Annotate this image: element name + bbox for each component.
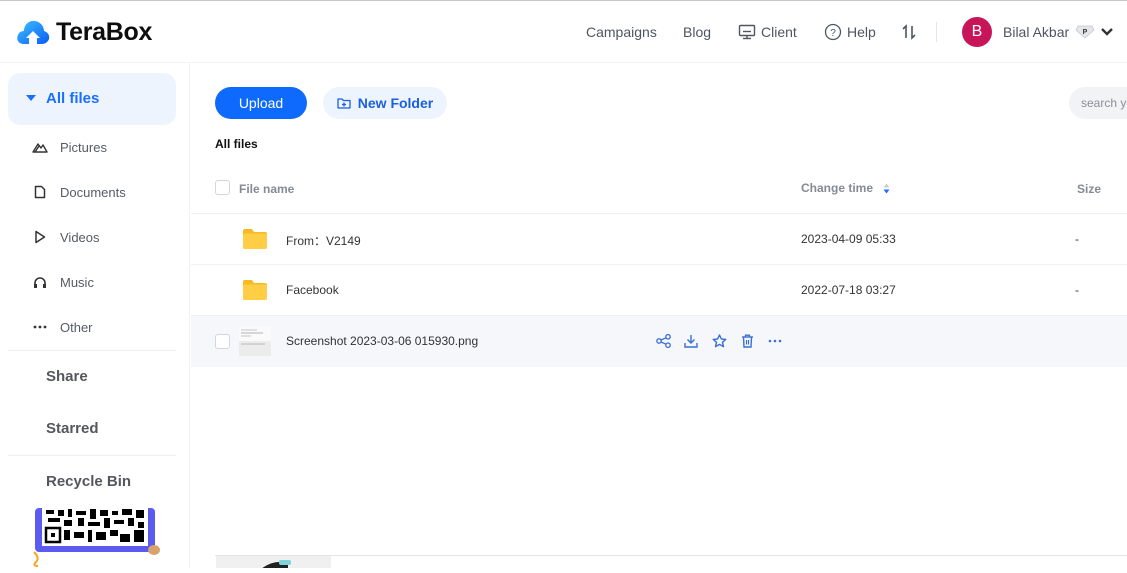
mountain-icon [30, 141, 50, 153]
sort-icon [883, 183, 890, 194]
new-folder-label: New Folder [357, 95, 434, 111]
terabox-cloud-icon [17, 20, 50, 44]
document-icon [30, 185, 50, 199]
file-size: - [1075, 232, 1079, 246]
bottom-preview-panel [215, 555, 1127, 568]
image-thumbnail [239, 327, 271, 356]
upload-button[interactable]: Upload [215, 87, 307, 119]
nav-help-label: Help [847, 24, 876, 40]
user-name[interactable]: Bilal Akbar [1003, 24, 1069, 40]
sidebar-item-recycle-bin[interactable]: Recycle Bin [46, 473, 131, 490]
new-folder-button[interactable]: New Folder [323, 87, 447, 119]
table-row[interactable]: Screenshot 2023-03-06 015930.png [191, 316, 1127, 367]
header-divider [936, 22, 937, 42]
nav-campaigns[interactable]: Campaigns [586, 24, 657, 40]
more-dots-icon [30, 325, 50, 329]
star-icon[interactable] [711, 333, 727, 349]
sidebar-item-all-files[interactable]: All files [8, 73, 176, 125]
table-row[interactable]: Facebook 2022-07-18 03:27 - [191, 265, 1127, 316]
table-row[interactable]: From：V2149 2023-04-09 05:33 - [191, 214, 1127, 265]
app-download-qr-banner[interactable] [28, 508, 163, 568]
nav-blog[interactable]: Blog [683, 24, 711, 40]
sidebar-item-documents-label: Documents [60, 184, 126, 200]
avatar-initial: B [971, 23, 983, 40]
avatar[interactable]: B [962, 17, 992, 47]
nav-client-label: Client [761, 24, 797, 40]
bottom-preview-thumbnail [216, 556, 331, 568]
more-icon[interactable] [767, 333, 783, 349]
folder-plus-icon [337, 98, 351, 109]
monitor-icon [738, 24, 756, 40]
sidebar-divider [8, 350, 176, 351]
search-input[interactable] [1069, 87, 1127, 119]
sidebar-item-pictures[interactable]: Pictures [30, 137, 107, 157]
sidebar-item-share[interactable]: Share [46, 368, 88, 385]
svg-text:?: ? [830, 28, 836, 39]
breadcrumb: All files [215, 137, 258, 151]
sidebar-item-music-label: Music [60, 274, 94, 290]
play-icon [30, 230, 50, 244]
sidebar-item-all-files-label: All files [46, 90, 100, 107]
column-header-name[interactable]: File name [239, 182, 294, 196]
sidebar-item-music[interactable]: Music [30, 272, 94, 292]
row-actions [655, 333, 783, 349]
premium-badge-icon: P [1075, 25, 1095, 39]
top-header: TeraBox Campaigns Blog Client ? Help B B… [0, 1, 1127, 63]
sidebar-item-documents[interactable]: Documents [30, 182, 126, 202]
file-name[interactable]: Facebook [286, 283, 339, 297]
folder-icon [243, 280, 267, 300]
nav-campaigns-label: Campaigns [586, 24, 657, 40]
qr-code-icon [33, 508, 160, 567]
table-header: File name Change time Size [191, 168, 1127, 214]
sidebar-item-videos[interactable]: Videos [30, 227, 100, 247]
transfer-button[interactable] [901, 24, 922, 40]
nav-client[interactable]: Client [738, 24, 797, 40]
sidebar-item-starred[interactable]: Starred [46, 420, 99, 437]
sidebar-item-pictures-label: Pictures [60, 139, 107, 155]
folder-icon [243, 229, 267, 249]
row-checkbox[interactable] [215, 334, 230, 349]
transfer-arrows-icon [902, 24, 916, 40]
sidebar-item-other-label: Other [60, 319, 93, 335]
headphones-icon [30, 276, 50, 289]
delete-icon[interactable] [739, 333, 755, 349]
file-change-time: 2023-04-09 05:33 [801, 232, 896, 246]
sidebar-item-videos-label: Videos [60, 229, 100, 245]
download-icon[interactable] [683, 333, 699, 349]
file-size: - [1075, 283, 1079, 297]
help-circle-icon: ? [824, 23, 842, 41]
share-icon[interactable] [655, 333, 671, 349]
caret-down-icon [26, 95, 36, 101]
select-all-checkbox[interactable] [215, 180, 230, 195]
nav-blog-label: Blog [683, 24, 712, 40]
file-name[interactable]: From：V2149 [286, 232, 361, 249]
user-menu-chevron-down-icon[interactable] [1100, 26, 1114, 38]
nav-help[interactable]: ? Help [824, 23, 876, 41]
column-header-change-time-label: Change time [801, 181, 874, 195]
sidebar-divider [8, 455, 176, 456]
svg-text:P: P [1083, 29, 1088, 36]
sidebar-item-other[interactable]: Other [30, 317, 93, 337]
column-header-change-time[interactable]: Change time [801, 181, 890, 195]
logo[interactable]: TeraBox [16, 17, 152, 47]
file-name[interactable]: Screenshot 2023-03-06 015930.png [286, 334, 478, 348]
sidebar: All files Pictures Documents Videos Musi… [0, 63, 190, 568]
file-change-time: 2022-07-18 03:27 [801, 283, 896, 297]
column-header-size[interactable]: Size [1077, 182, 1101, 196]
app-name: TeraBox [56, 17, 153, 46]
